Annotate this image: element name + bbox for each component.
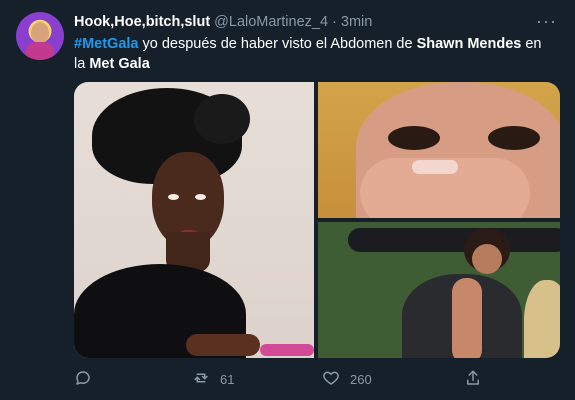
avatar-body [26,42,54,60]
photo-chest [452,278,482,358]
media-image-top-right[interactable] [318,82,560,218]
event-name: Met Gala [89,56,150,72]
like-button[interactable]: 260 [322,370,372,388]
avatar[interactable] [16,12,64,60]
reply-icon [74,369,92,390]
media-image-bottom-right[interactable] [318,222,560,358]
more-options-icon[interactable]: ··· [536,12,557,30]
reply-button[interactable] [74,370,102,388]
retweet-icon [192,369,210,390]
time-separator: · [332,14,337,30]
tweet-time[interactable]: 3min [341,14,372,30]
media-grid [74,82,560,358]
photo-pink-object [260,344,314,356]
photo-eye-right [195,194,206,200]
retweet-count: 61 [220,371,235,387]
photo-eye-right [488,126,540,150]
share-button[interactable] [464,370,482,388]
tweet-text-part-1: yo después de haber visto el Abdomen de [138,36,417,52]
tweet-header: Hook,Hoe,bitch,slut @LaloMartinez_4 · 3m… [74,12,372,32]
heart-icon [322,369,340,390]
tweet-text: #MetGala yo después de haber visto el Ab… [74,34,554,74]
avatar-face [31,22,49,44]
photo-eye-left [168,194,179,200]
media-image-left[interactable] [74,82,314,358]
photo-hair-bun [194,94,250,144]
mentioned-name: Shawn Mendes [416,36,522,52]
photo-face [472,244,502,274]
tweet[interactable]: Hook,Hoe,bitch,slut @LaloMartinez_4 · 3m… [0,0,575,400]
photo-hand [186,334,260,356]
photo-eye-left [388,126,440,150]
share-icon [464,369,482,390]
photo-crowd [348,228,560,252]
author-handle[interactable]: @LaloMartinez_4 [214,14,328,30]
retweet-button[interactable]: 61 [192,370,234,388]
photo-nail [412,160,458,174]
author-name[interactable]: Hook,Hoe,bitch,slut [74,14,210,30]
hashtag-link[interactable]: #MetGala [74,36,138,52]
photo-blonde-hair [524,280,560,358]
tweet-actions: 61 260 [74,370,560,388]
like-count: 260 [350,371,372,387]
